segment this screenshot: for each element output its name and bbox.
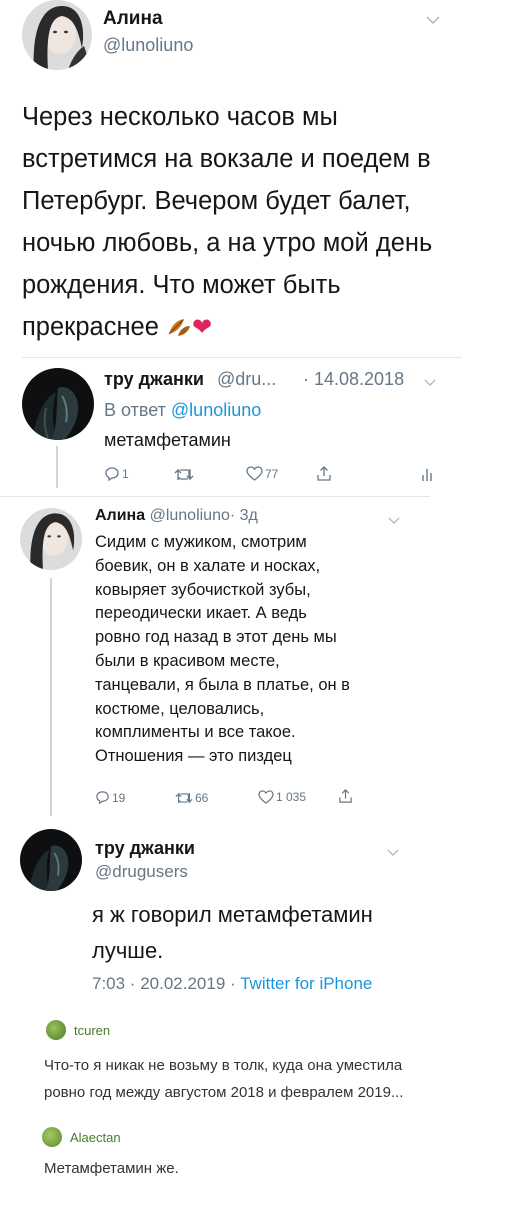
commenter-username[interactable]: Alaectan bbox=[70, 1130, 121, 1145]
reply-button[interactable]: 1 bbox=[104, 466, 129, 482]
reply-prefix: В ответ bbox=[104, 400, 166, 420]
author-handle[interactable]: @drugusers bbox=[95, 862, 188, 882]
tweet-text-line: переодически икает. А ведь bbox=[95, 604, 307, 623]
tweet-text: метамфетамин bbox=[104, 430, 231, 450]
avatar[interactable] bbox=[22, 0, 92, 70]
tweet-text-line: ковыряет зубочисткой зубы, bbox=[95, 580, 311, 599]
thread-line bbox=[50, 578, 52, 816]
tweet-header: Алина @lunoliuno· 3д bbox=[95, 507, 258, 525]
comment-text-line: Метамфетамин же. bbox=[44, 1160, 179, 1177]
tweet-text-line: ровно год назад в этот день мы bbox=[95, 628, 337, 647]
tweet-text: Через несколько часов мы встретимся на в… bbox=[22, 96, 442, 351]
tweet-source-link[interactable]: Twitter for iPhone bbox=[240, 974, 372, 993]
retweet-button[interactable] bbox=[174, 467, 194, 482]
divider bbox=[22, 357, 462, 358]
red-heart-icon: ❤ bbox=[191, 314, 213, 341]
chevron-down-icon[interactable] bbox=[426, 12, 440, 28]
author-name[interactable]: тру джанки bbox=[104, 369, 204, 390]
avatar[interactable] bbox=[20, 829, 82, 891]
like-button[interactable]: 1 035 bbox=[258, 790, 306, 804]
commenter-avatar[interactable] bbox=[42, 1127, 62, 1147]
tweet-date[interactable]: · 14.08.2018 bbox=[303, 369, 404, 390]
reply-context: В ответ @lunoliuno bbox=[104, 400, 261, 421]
tweet-text: Сидим с мужиком, смотрим боевик, он в ха… bbox=[95, 531, 395, 769]
comment-text: Метамфетамин же. bbox=[44, 1155, 179, 1182]
tweet-text-line: Сидим с мужиком, смотрим bbox=[95, 533, 307, 551]
commenter-username[interactable]: tcuren bbox=[74, 1023, 110, 1038]
tweet-text-content: Через несколько часов мы встретимся на в… bbox=[22, 103, 433, 341]
tweet-meta: 7:03 · 20.02.2019 · Twitter for iPhone bbox=[92, 974, 372, 994]
share-button[interactable] bbox=[316, 465, 332, 482]
like-count: 1 035 bbox=[276, 790, 307, 804]
tweet-text-line: были в красивом месте, bbox=[95, 651, 280, 670]
like-count: 77 bbox=[265, 466, 279, 481]
tweet-text-line: танцевали, я была в платье, он в bbox=[95, 675, 350, 694]
tweet-text-line: лучше. bbox=[92, 938, 164, 963]
author-handle[interactable]: @lunoliuno bbox=[103, 35, 193, 56]
tweet-text: я ж говорил метамфетамин лучше. bbox=[92, 897, 422, 969]
comment-text-line: Что-то я никак не возьму в толк, куда он… bbox=[44, 1057, 403, 1074]
tweet-text-line: комплименты и все такое. bbox=[95, 723, 296, 742]
author-name[interactable]: тру джанки bbox=[95, 838, 195, 859]
tweet-date[interactable]: · 3д bbox=[230, 507, 258, 524]
retweet-count: 66 bbox=[195, 791, 209, 805]
commenter-avatar[interactable] bbox=[46, 1020, 66, 1040]
chevron-down-icon[interactable] bbox=[387, 844, 399, 860]
tweet-text-line: Отношения — это пиздец bbox=[95, 747, 292, 766]
author-name[interactable]: Алина bbox=[95, 507, 145, 524]
retweet-button[interactable]: 66 bbox=[175, 791, 208, 805]
author-handle[interactable]: @lunoliuno bbox=[150, 507, 230, 524]
author-handle[interactable]: @dru... bbox=[217, 369, 276, 390]
comment-text: Что-то я никак не возьму в толк, куда он… bbox=[44, 1052, 403, 1106]
reply-count: 1 bbox=[122, 467, 129, 481]
reply-mention-link[interactable]: @lunoliuno bbox=[171, 400, 261, 420]
divider bbox=[0, 496, 430, 497]
chevron-down-icon[interactable] bbox=[424, 374, 436, 390]
tweet-text-line: я ж говорил метамфетамин bbox=[92, 902, 373, 927]
author-name[interactable]: Алина bbox=[103, 8, 163, 30]
avatar[interactable] bbox=[22, 368, 94, 440]
reply-count: 19 bbox=[112, 790, 126, 805]
fallen-leaf-icon bbox=[166, 309, 192, 351]
chevron-down-icon[interactable] bbox=[388, 512, 400, 528]
avatar[interactable] bbox=[20, 508, 82, 570]
like-button[interactable]: 77 bbox=[246, 466, 278, 481]
thread-line bbox=[56, 446, 58, 488]
share-button[interactable] bbox=[338, 788, 353, 804]
comment-text-line: ровно год между августом 2018 и февралем… bbox=[44, 1084, 404, 1101]
tweet-text-line: боевик, он в халате и носках, bbox=[95, 556, 321, 575]
reply-button[interactable]: 19 bbox=[95, 790, 125, 805]
analytics-icon[interactable] bbox=[422, 466, 432, 482]
tweet-timestamp[interactable]: 7:03 · 20.02.2019 · bbox=[92, 974, 236, 993]
tweet-text-line: костюме, целовались, bbox=[95, 699, 265, 718]
